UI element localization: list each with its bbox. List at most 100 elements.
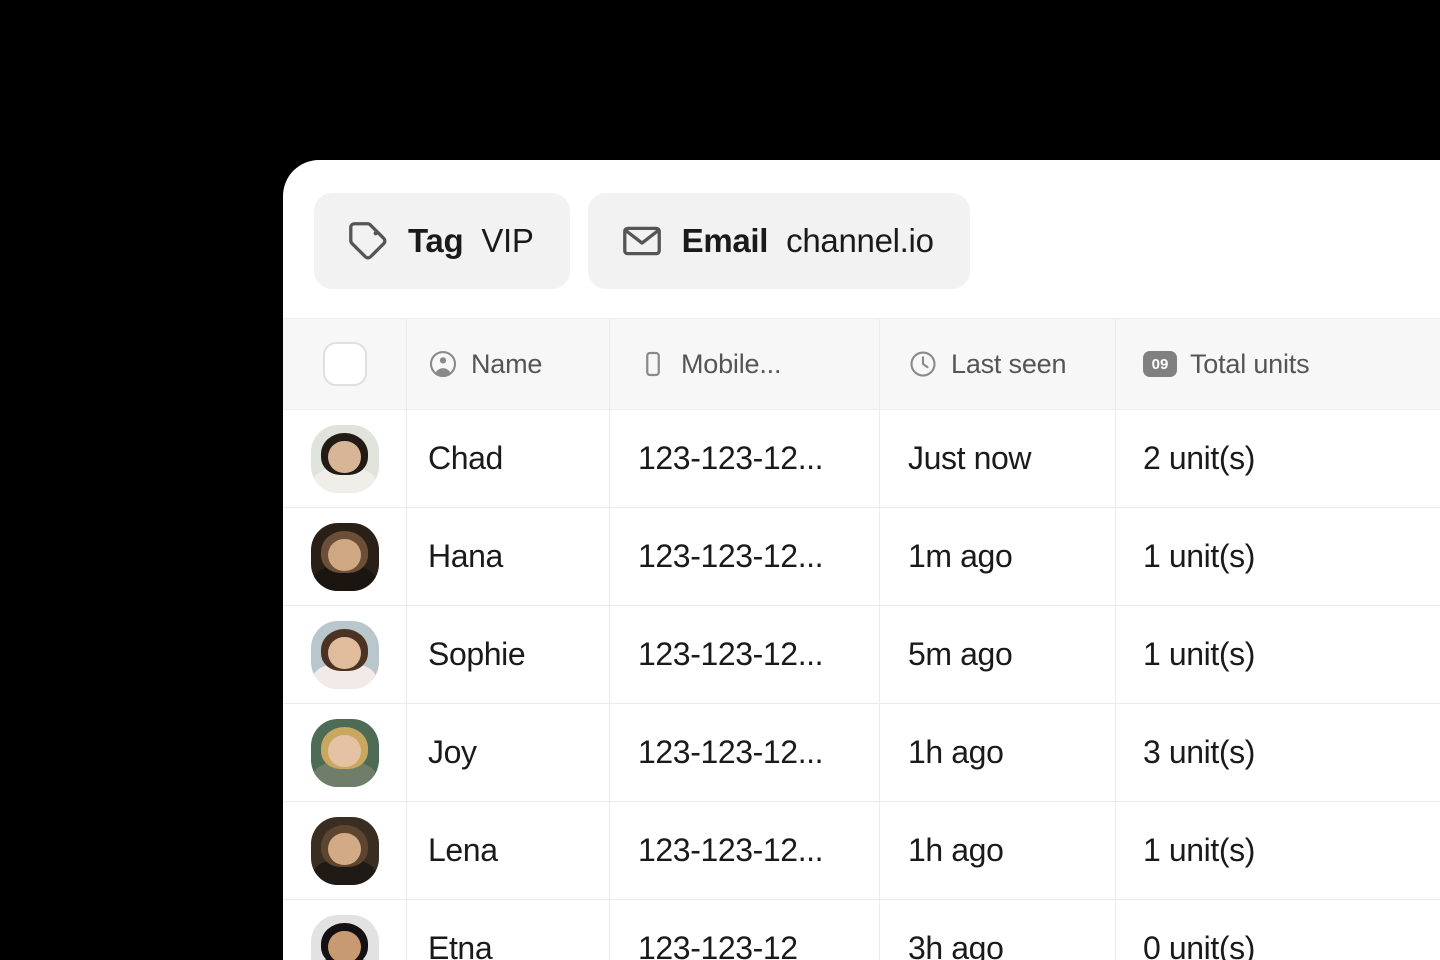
avatar-face: [328, 636, 361, 670]
row-mobile-cell: 123-123-12...: [610, 508, 880, 605]
avatar-joy: [310, 718, 379, 787]
avatar-face: [328, 538, 361, 572]
column-header-mobile[interactable]: Mobile...: [610, 319, 880, 409]
row-total-units-text: 3 unit(s): [1143, 734, 1255, 770]
row-mobile-cell: 123-123-12...: [610, 704, 880, 801]
column-header-total-units[interactable]: 09 Total units: [1116, 319, 1440, 409]
row-mobile-text: 123-123-12...: [638, 636, 824, 672]
email-chip-value: channel.io: [786, 222, 934, 259]
tag-filter-chip[interactable]: Tag VIP: [314, 193, 570, 289]
avatar-face: [328, 440, 361, 474]
email-filter-chip[interactable]: Email channel.io: [587, 193, 970, 289]
row-total-units-cell: 3 unit(s): [1116, 704, 1440, 801]
avatar-sophie: [310, 620, 379, 689]
row-mobile-text: 123-123-12...: [638, 734, 824, 770]
row-name-cell: Sophie: [407, 606, 610, 703]
row-name-cell: Hana: [407, 508, 610, 605]
table-header-row: Name Mobile... Last seen 09 Total units: [283, 318, 1440, 410]
row-total-units-text: 1 unit(s): [1143, 832, 1255, 868]
row-total-units-text: 1 unit(s): [1143, 538, 1255, 574]
row-name-text: Hana: [428, 538, 503, 574]
row-mobile-cell: 123-123-12: [610, 900, 880, 960]
row-mobile-cell: 123-123-12...: [610, 606, 880, 703]
row-total-units-text: 1 unit(s): [1143, 636, 1255, 672]
row-mobile-text: 123-123-12...: [638, 440, 824, 476]
row-mobile-text: 123-123-12: [638, 930, 798, 960]
column-header-last-seen-label: Last seen: [951, 348, 1067, 379]
avatar-lena: [310, 816, 379, 885]
row-last-seen-text: 1h ago: [908, 734, 1004, 770]
row-total-units-cell: 2 unit(s): [1116, 410, 1440, 507]
row-last-seen-cell: 1m ago: [880, 508, 1116, 605]
table-row[interactable]: Hana 123-123-12... 1m ago 1 unit(s): [283, 508, 1440, 606]
email-icon: [620, 219, 664, 263]
row-total-units-text: 2 unit(s): [1143, 440, 1255, 476]
row-last-seen-cell: 5m ago: [880, 606, 1116, 703]
row-avatar-cell: [283, 900, 407, 960]
row-name-text: Etna: [428, 930, 493, 960]
person-circle-icon: [428, 349, 458, 379]
row-last-seen-text: 3h ago: [908, 930, 1004, 960]
row-name-cell: Lena: [407, 802, 610, 899]
avatar-face: [328, 734, 361, 768]
column-header-name-label: Name: [471, 348, 543, 379]
row-name-cell: Joy: [407, 704, 610, 801]
row-mobile-text: 123-123-12...: [638, 538, 824, 574]
row-avatar-cell: [283, 802, 407, 899]
avatar-chad: [310, 424, 379, 493]
row-name-text: Lena: [428, 832, 498, 868]
column-header-total-units-label: Total units: [1190, 348, 1310, 379]
row-last-seen-cell: 3h ago: [880, 900, 1116, 960]
table-row[interactable]: Lena 123-123-12... 1h ago 1 unit(s): [283, 802, 1440, 900]
row-total-units-cell: 1 unit(s): [1116, 508, 1440, 605]
row-name-text: Joy: [428, 734, 477, 770]
row-total-units-cell: 1 unit(s): [1116, 606, 1440, 703]
table-row[interactable]: Chad 123-123-12... Just now 2 unit(s): [283, 410, 1440, 508]
row-mobile-cell: 123-123-12...: [610, 802, 880, 899]
row-avatar-cell: [283, 508, 407, 605]
row-mobile-text: 123-123-12...: [638, 832, 824, 868]
row-last-seen-cell: Just now: [880, 410, 1116, 507]
row-last-seen-cell: 1h ago: [880, 704, 1116, 801]
email-chip-key: Email: [681, 222, 769, 259]
row-name-cell: Chad: [407, 410, 610, 507]
row-total-units-cell: 0 unit(s): [1116, 900, 1440, 960]
row-last-seen-cell: 1h ago: [880, 802, 1116, 899]
row-last-seen-text: 5m ago: [908, 636, 1013, 672]
clock-icon: [908, 349, 938, 379]
table-row[interactable]: Joy 123-123-12... 1h ago 3 unit(s): [283, 704, 1440, 802]
row-name-text: Sophie: [428, 636, 526, 672]
row-avatar-cell: [283, 606, 407, 703]
tag-chip-value: VIP: [481, 222, 534, 259]
row-mobile-cell: 123-123-12...: [610, 410, 880, 507]
select-all-checkbox[interactable]: [322, 342, 367, 386]
row-last-seen-text: 1h ago: [908, 832, 1004, 868]
row-name-cell: Etna: [407, 900, 610, 960]
contacts-table: Name Mobile... Last seen 09 Total units …: [283, 318, 1440, 960]
column-header-select: [283, 319, 407, 409]
tag-chip-key: Tag: [408, 222, 464, 259]
tag-icon: [346, 219, 390, 263]
row-last-seen-text: Just now: [908, 440, 1032, 476]
table-body: Chad 123-123-12... Just now 2 unit(s) Ha…: [283, 410, 1440, 960]
row-avatar-cell: [283, 704, 407, 801]
column-header-last-seen[interactable]: Last seen: [880, 319, 1116, 409]
column-header-name[interactable]: Name: [407, 319, 610, 409]
contacts-panel: Tag VIP Email channel.io Name Mobile... …: [283, 160, 1440, 960]
table-row[interactable]: Sophie 123-123-12... 5m ago 1 unit(s): [283, 606, 1440, 704]
row-last-seen-text: 1m ago: [908, 538, 1013, 574]
table-row[interactable]: Etna 123-123-12 3h ago 0 unit(s): [283, 900, 1440, 960]
row-total-units-text: 0 unit(s): [1143, 930, 1255, 960]
row-avatar-cell: [283, 410, 407, 507]
row-name-text: Chad: [428, 440, 503, 476]
avatar-face: [328, 930, 361, 960]
avatar-etna: [310, 914, 379, 960]
mobile-phone-icon: [638, 349, 668, 379]
row-total-units-cell: 1 unit(s): [1116, 802, 1440, 899]
avatar-face: [328, 832, 361, 866]
avatar-hana: [310, 522, 379, 591]
number-badge-text: 09: [1143, 351, 1177, 377]
column-header-mobile-label: Mobile...: [681, 348, 782, 379]
number-badge-icon: 09: [1143, 351, 1177, 377]
action-bar: Tag VIP Email channel.io: [314, 193, 970, 289]
